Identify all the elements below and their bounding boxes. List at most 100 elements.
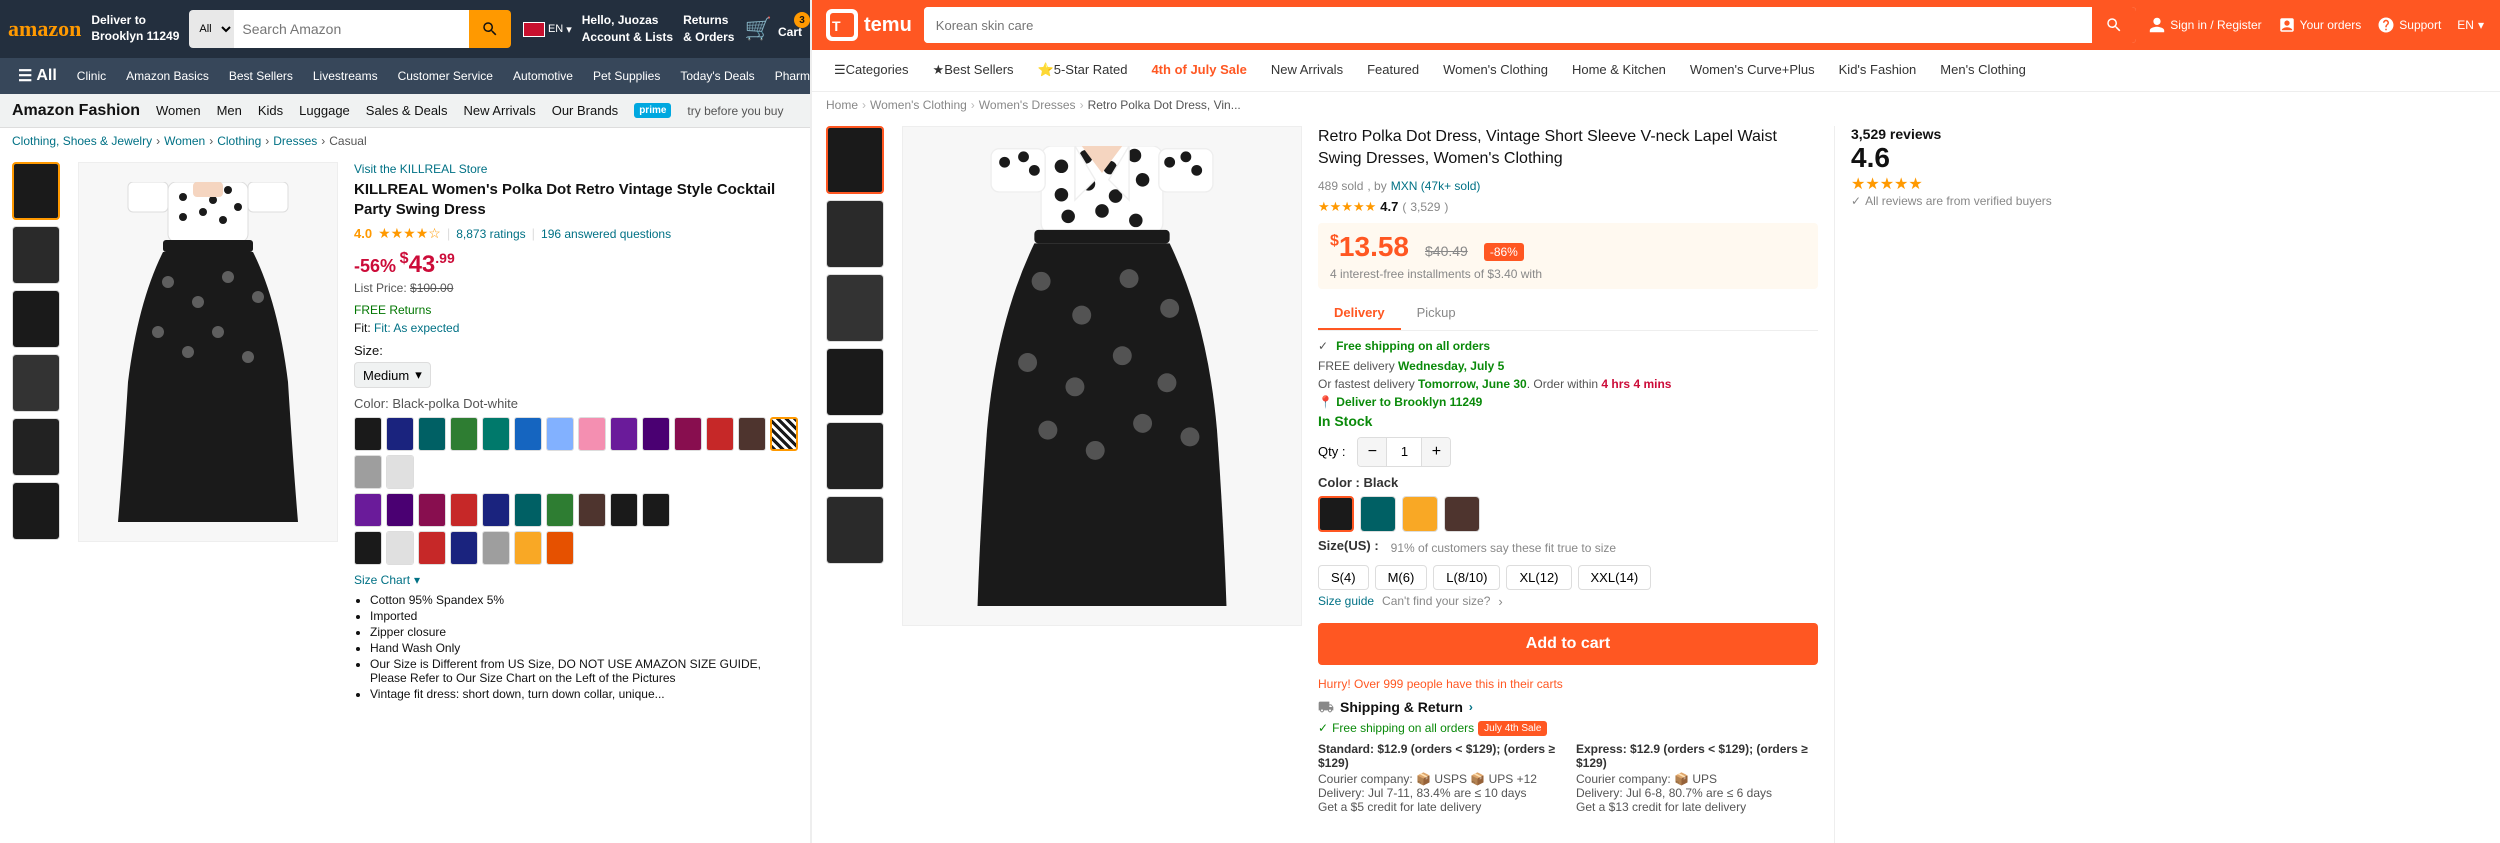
nav-customer-service[interactable]: Customer Service xyxy=(390,58,501,94)
swatch-r2-5[interactable] xyxy=(482,493,510,527)
swatch-teal2[interactable] xyxy=(482,417,510,451)
temu-swatch-yellow[interactable] xyxy=(1402,496,1438,532)
swatch-navy[interactable] xyxy=(386,417,414,451)
temu-thumb-3[interactable] xyxy=(826,274,884,342)
swatch-wine[interactable] xyxy=(674,417,702,451)
size-l[interactable]: L(8/10) xyxy=(1433,565,1500,590)
nav-automotive[interactable]: Automotive xyxy=(505,58,581,94)
temu-nav-categories[interactable]: ☰ Categories xyxy=(822,50,921,92)
search-input[interactable] xyxy=(234,10,469,48)
swatch-r3-6[interactable] xyxy=(514,531,542,565)
returns-block[interactable]: Returns & Orders xyxy=(683,12,734,46)
size-m[interactable]: M(6) xyxy=(1375,565,1428,590)
temu-nav-womens[interactable]: Women's Clothing xyxy=(1431,50,1560,92)
size-xl[interactable]: XL(12) xyxy=(1506,565,1571,590)
temu-breadcrumb-dresses[interactable]: Women's Dresses xyxy=(979,98,1076,112)
subnav-luggage[interactable]: Luggage xyxy=(299,103,350,118)
swatch-r3-7[interactable] xyxy=(546,531,574,565)
subnav-kids[interactable]: Kids xyxy=(258,103,283,118)
cart-button[interactable]: 🛒3 Cart xyxy=(744,16,802,42)
breadcrumb-link-2[interactable]: Clothing xyxy=(217,134,261,148)
cant-find-size[interactable]: Can't find your size? xyxy=(1382,594,1490,608)
subnav-our-brands[interactable]: Our Brands xyxy=(552,103,618,118)
temu-search-input[interactable] xyxy=(924,7,2092,43)
thumbnail-2[interactable] xyxy=(12,226,60,284)
fit-link[interactable]: Fit: As expected xyxy=(374,321,459,335)
search-button[interactable] xyxy=(469,10,511,48)
swatch-purple[interactable] xyxy=(610,417,638,451)
swatch-black[interactable] xyxy=(354,417,382,451)
swatch-r3-3[interactable] xyxy=(418,531,446,565)
temu-nav-featured[interactable]: Featured xyxy=(1355,50,1431,92)
nav-all[interactable]: ☰All xyxy=(10,58,65,94)
language-selector[interactable]: EN ▾ xyxy=(2457,18,2484,32)
swatch-red[interactable] xyxy=(706,417,734,451)
temu-thumb-6[interactable] xyxy=(826,496,884,564)
nav-best-sellers[interactable]: Best Sellers xyxy=(221,58,301,94)
temu-nav-july-sale[interactable]: 4th of July Sale xyxy=(1139,50,1258,92)
size-s[interactable]: S(4) xyxy=(1318,565,1369,590)
temu-nav-best-sellers[interactable]: ★ Best Sellers xyxy=(921,50,1026,92)
temu-swatch-black[interactable] xyxy=(1318,496,1354,532)
swatch-r3-2[interactable] xyxy=(386,531,414,565)
qa-link[interactable]: 196 answered questions xyxy=(541,227,671,241)
temu-nav-mens[interactable]: Men's Clothing xyxy=(1928,50,2038,92)
swatch-darkpurple[interactable] xyxy=(642,417,670,451)
thumbnail-4[interactable] xyxy=(12,354,60,412)
size-guide-link[interactable]: Size guide xyxy=(1318,594,1374,608)
swatch-r3-4[interactable] xyxy=(450,531,478,565)
temu-breadcrumb-womens[interactable]: Women's Clothing xyxy=(870,98,967,112)
swatch-r2-9[interactable] xyxy=(610,493,638,527)
subnav-new-arrivals[interactable]: New Arrivals xyxy=(463,103,535,118)
swatch-r3-1[interactable] xyxy=(354,531,382,565)
swatch-r2-10[interactable] xyxy=(642,493,670,527)
swatch-gray[interactable] xyxy=(354,455,382,489)
temu-search-button[interactable] xyxy=(2092,7,2136,43)
store-link[interactable]: Visit the KILLREAL Store xyxy=(354,162,798,176)
breadcrumb-link-0[interactable]: Clothing, Shoes & Jewelry xyxy=(12,134,152,148)
swatch-dotblack[interactable] xyxy=(770,417,798,451)
qty-decrease-button[interactable]: − xyxy=(1358,438,1386,466)
temu-nav-new-arrivals[interactable]: New Arrivals xyxy=(1259,50,1355,92)
nav-todays-deals[interactable]: Today's Deals xyxy=(672,58,762,94)
swatch-r2-6[interactable] xyxy=(514,493,542,527)
free-returns[interactable]: FREE Returns xyxy=(354,303,798,317)
swatch-r2-8[interactable] xyxy=(578,493,606,527)
nav-amazon-basics[interactable]: Amazon Basics xyxy=(118,58,217,94)
temu-thumb-2[interactable] xyxy=(826,200,884,268)
sign-in-link[interactable]: Sign in / Register xyxy=(2148,16,2261,34)
size-chart-link[interactable]: Size Chart ▾ xyxy=(354,573,798,587)
subnav-sales[interactable]: Sales & Deals xyxy=(366,103,448,118)
tab-delivery[interactable]: Delivery xyxy=(1318,297,1401,330)
nav-clinic[interactable]: Clinic xyxy=(69,58,114,94)
temu-thumb-1[interactable] xyxy=(826,126,884,194)
swatch-r3-5[interactable] xyxy=(482,531,510,565)
breadcrumb-link-3[interactable]: Dresses xyxy=(273,134,317,148)
subnav-women[interactable]: Women xyxy=(156,103,201,118)
subnav-men[interactable]: Men xyxy=(217,103,242,118)
swatch-blue[interactable] xyxy=(514,417,542,451)
temu-logo[interactable]: T temu xyxy=(826,9,912,41)
shipping-detail-link[interactable]: › xyxy=(1469,700,1473,714)
swatch-pink[interactable] xyxy=(578,417,606,451)
size-xxl[interactable]: XXL(14) xyxy=(1578,565,1652,590)
ratings-link[interactable]: 8,873 ratings xyxy=(456,227,525,241)
temu-nav-five-star[interactable]: ⭐ 5-Star Rated xyxy=(1026,50,1140,92)
deliver-to-block[interactable]: Deliver to Brooklyn 11249 xyxy=(91,13,179,44)
support-link[interactable]: Support xyxy=(2377,16,2441,34)
language-selector[interactable]: EN ▾ xyxy=(523,22,572,37)
search-category-select[interactable]: All xyxy=(189,10,234,48)
temu-nav-home[interactable]: Home & Kitchen xyxy=(1560,50,1678,92)
temu-thumb-4[interactable] xyxy=(826,348,884,416)
temu-nav-curve[interactable]: Women's Curve+Plus xyxy=(1678,50,1827,92)
swatch-teal[interactable] xyxy=(418,417,446,451)
thumbnail-6[interactable] xyxy=(12,482,60,540)
nav-pharmacy[interactable]: Pharmacy xyxy=(767,58,810,94)
qty-increase-button[interactable]: + xyxy=(1422,438,1450,466)
add-to-cart-button[interactable]: Add to cart xyxy=(1318,623,1818,665)
breadcrumb-link-1[interactable]: Women xyxy=(164,134,205,148)
swatch-r2-2[interactable] xyxy=(386,493,414,527)
nav-pet-supplies[interactable]: Pet Supplies xyxy=(585,58,668,94)
amazon-logo[interactable]: amazon xyxy=(8,16,81,42)
nav-livestreams[interactable]: Livestreams xyxy=(305,58,386,94)
